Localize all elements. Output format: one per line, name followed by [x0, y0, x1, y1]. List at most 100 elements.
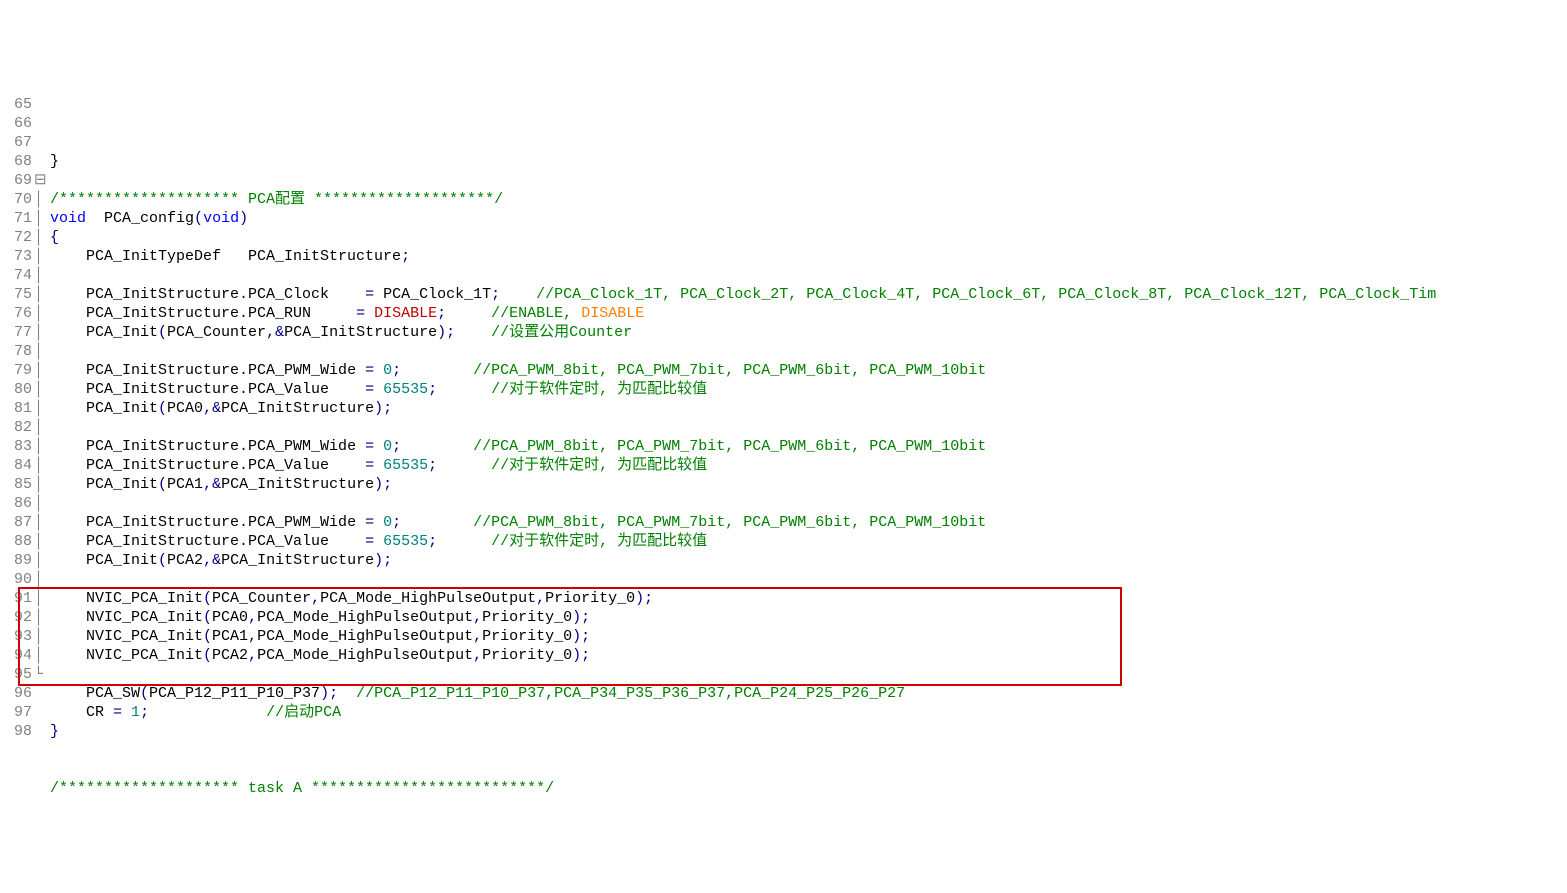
line-number: 93 [0, 627, 32, 646]
line-number: 90 [0, 570, 32, 589]
code-area[interactable]: } /******************** PCA配置 **********… [48, 95, 1567, 798]
code-line[interactable]: CR = 1; //启动PCA [50, 703, 1567, 722]
line-number: 85 [0, 475, 32, 494]
fold-marker: │ [34, 608, 48, 627]
line-number: 83 [0, 437, 32, 456]
code-line[interactable]: /******************** PCA配置 ************… [50, 190, 1567, 209]
code-line[interactable] [50, 665, 1567, 684]
line-number: 72 [0, 228, 32, 247]
code-line[interactable]: NVIC_PCA_Init(PCA_Counter,PCA_Mode_HighP… [50, 589, 1567, 608]
code-line[interactable]: } [50, 152, 1567, 171]
fold-marker [34, 114, 48, 133]
line-number-gutter[interactable]: 6566676869707172737475767778798081828384… [0, 95, 34, 798]
fold-marker: │ [34, 247, 48, 266]
code-line[interactable] [50, 760, 1567, 779]
code-line[interactable]: NVIC_PCA_Init(PCA1,PCA_Mode_HighPulseOut… [50, 627, 1567, 646]
fold-marker: │ [34, 532, 48, 551]
code-line[interactable]: PCA_Init(PCA_Counter,&PCA_InitStructure)… [50, 323, 1567, 342]
code-line[interactable]: PCA_InitStructure.PCA_PWM_Wide = 0; //PC… [50, 437, 1567, 456]
fold-marker: │ [34, 570, 48, 589]
line-number: 69 [0, 171, 32, 190]
code-line[interactable]: /******************** task A ***********… [50, 779, 1567, 798]
line-number: 95 [0, 665, 32, 684]
code-line[interactable]: PCA_InitStructure.PCA_RUN = DISABLE; //E… [50, 304, 1567, 323]
line-number: 77 [0, 323, 32, 342]
editor-container: 6566676869707172737475767778798081828384… [0, 95, 1567, 798]
fold-marker[interactable]: ⊟ [34, 171, 48, 190]
line-number: 75 [0, 285, 32, 304]
line-number: 86 [0, 494, 32, 513]
code-line[interactable] [50, 266, 1567, 285]
code-line[interactable]: void PCA_config(void) [50, 209, 1567, 228]
fold-marker: │ [34, 228, 48, 247]
line-number: 68 [0, 152, 32, 171]
fold-marker [34, 95, 48, 114]
line-number: 96 [0, 684, 32, 703]
code-line[interactable] [50, 494, 1567, 513]
code-line[interactable]: PCA_InitTypeDef PCA_InitStructure; [50, 247, 1567, 266]
fold-marker: │ [34, 646, 48, 665]
line-number: 82 [0, 418, 32, 437]
fold-marker: │ [34, 418, 48, 437]
fold-marker: │ [34, 437, 48, 456]
code-line[interactable] [50, 570, 1567, 589]
fold-marker: │ [34, 475, 48, 494]
line-number: 79 [0, 361, 32, 380]
fold-marker: │ [34, 551, 48, 570]
fold-marker: │ [34, 304, 48, 323]
line-number: 81 [0, 399, 32, 418]
line-number: 74 [0, 266, 32, 285]
line-number: 67 [0, 133, 32, 152]
code-line[interactable]: PCA_InitStructure.PCA_Value = 65535; //对… [50, 456, 1567, 475]
code-line[interactable] [50, 418, 1567, 437]
fold-marker: │ [34, 456, 48, 475]
fold-marker [34, 722, 48, 741]
code-line[interactable]: PCA_Init(PCA2,&PCA_InitStructure); [50, 551, 1567, 570]
line-number: 73 [0, 247, 32, 266]
fold-marker: │ [34, 589, 48, 608]
code-line[interactable]: } [50, 722, 1567, 741]
fold-marker: │ [34, 513, 48, 532]
line-number: 78 [0, 342, 32, 361]
code-line[interactable] [50, 741, 1567, 760]
code-line[interactable]: PCA_InitStructure.PCA_PWM_Wide = 0; //PC… [50, 513, 1567, 532]
line-number: 87 [0, 513, 32, 532]
fold-marker: │ [34, 361, 48, 380]
code-line[interactable] [50, 171, 1567, 190]
code-line[interactable]: PCA_Init(PCA1,&PCA_InitStructure); [50, 475, 1567, 494]
fold-marker: │ [34, 209, 48, 228]
fold-marker: │ [34, 380, 48, 399]
line-number: 80 [0, 380, 32, 399]
line-number: 71 [0, 209, 32, 228]
fold-marker [34, 133, 48, 152]
fold-marker: └ [34, 665, 48, 684]
code-line[interactable]: PCA_InitStructure.PCA_Value = 65535; //对… [50, 532, 1567, 551]
code-line[interactable]: NVIC_PCA_Init(PCA0,PCA_Mode_HighPulseOut… [50, 608, 1567, 627]
line-number: 70 [0, 190, 32, 209]
code-line[interactable]: PCA_InitStructure.PCA_Clock = PCA_Clock_… [50, 285, 1567, 304]
code-line[interactable]: NVIC_PCA_Init(PCA2,PCA_Mode_HighPulseOut… [50, 646, 1567, 665]
fold-marker: │ [34, 494, 48, 513]
fold-marker [34, 703, 48, 722]
line-number: 89 [0, 551, 32, 570]
code-line[interactable]: PCA_SW(PCA_P12_P11_P10_P37); //PCA_P12_P… [50, 684, 1567, 703]
code-line[interactable]: PCA_Init(PCA0,&PCA_InitStructure); [50, 399, 1567, 418]
line-number: 84 [0, 456, 32, 475]
line-number: 97 [0, 703, 32, 722]
fold-marker: │ [34, 285, 48, 304]
fold-marker [34, 684, 48, 703]
code-line[interactable]: PCA_InitStructure.PCA_PWM_Wide = 0; //PC… [50, 361, 1567, 380]
fold-column[interactable]: ⊟│││││││││││││││││││││││││└ [34, 95, 48, 798]
code-line[interactable]: PCA_InitStructure.PCA_Value = 65535; //对… [50, 380, 1567, 399]
fold-marker: │ [34, 627, 48, 646]
line-number: 91 [0, 589, 32, 608]
code-line[interactable]: { [50, 228, 1567, 247]
line-number: 92 [0, 608, 32, 627]
fold-marker [34, 152, 48, 171]
line-number: 76 [0, 304, 32, 323]
line-number: 94 [0, 646, 32, 665]
code-line[interactable] [50, 342, 1567, 361]
line-number: 65 [0, 95, 32, 114]
line-number: 98 [0, 722, 32, 741]
fold-marker: │ [34, 323, 48, 342]
